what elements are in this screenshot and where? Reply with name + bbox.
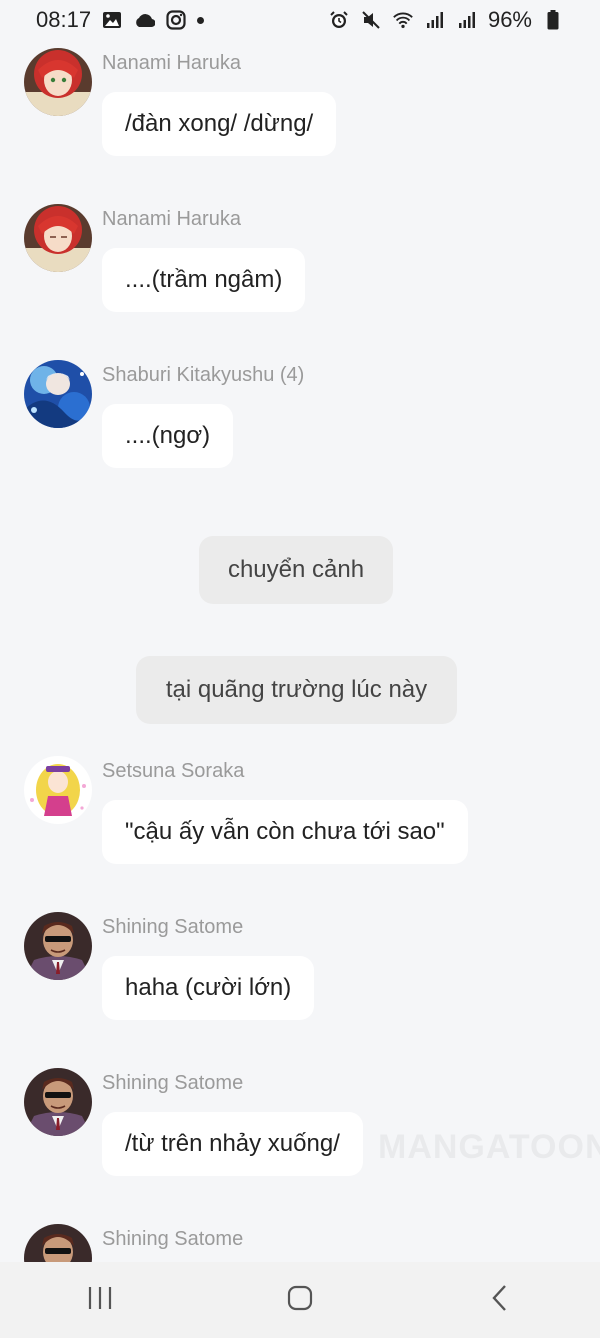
sender-name: Shining Satome: [102, 1072, 244, 1094]
avatar[interactable]: [24, 48, 92, 116]
sender-name: Setsuna Soraka: [102, 760, 245, 782]
battery-percent: 96%: [487, 7, 532, 32]
wifi-icon: [392, 9, 414, 31]
signal-icon: [456, 9, 478, 31]
chat-feed[interactable]: Nanami Haruka /đàn xong/ /dừng/ Nanami H…: [0, 40, 600, 1262]
back-icon: [490, 1284, 510, 1317]
status-bar: 08:17 96%: [0, 0, 600, 40]
chat-message: Shaburi Kitakyushu (4) ....(ngơ): [24, 354, 584, 474]
instagram-icon: [165, 9, 187, 31]
cloud-icon: [133, 9, 156, 31]
message-bubble[interactable]: haha (cười lớn): [102, 956, 315, 1020]
avatar[interactable]: [24, 204, 92, 272]
clock: 08:17: [36, 7, 92, 32]
message-bubble[interactable]: ....(trầm ngâm): [102, 248, 306, 312]
avatar[interactable]: [24, 1068, 92, 1136]
gallery-icon: [101, 9, 123, 31]
status-bar-left: 08:17: [36, 7, 205, 33]
sender-name: Shining Satome: [102, 916, 244, 938]
message-bubble[interactable]: /đàn xong/ /dừng/: [102, 92, 337, 156]
sender-name: Nanami Haruka: [102, 208, 241, 230]
chat-screen: 08:17 96% Nanami Haruka /đàn xong/ /dừng…: [0, 0, 600, 1338]
sender-name: Nanami Haruka: [102, 52, 241, 74]
chat-message: Shining Satome haha (cười lớn): [24, 906, 584, 1026]
signal-icon: [424, 9, 446, 31]
avatar[interactable]: [24, 1224, 92, 1262]
narration-bubble[interactable]: tại quãng trường lúc này: [136, 656, 457, 724]
status-bar-right: 96%: [328, 7, 564, 33]
recent-apps-icon: [87, 1285, 113, 1316]
battery-icon: [542, 9, 564, 31]
chat-message: Shining Satome: [24, 1218, 584, 1262]
mute-icon: [360, 9, 382, 31]
message-bubble[interactable]: /từ trên nhảy xuống/: [102, 1112, 363, 1176]
narration-bubble[interactable]: chuyển cảnh: [199, 536, 393, 604]
chat-message: Setsuna Soraka "cậu ấy vẫn còn chưa tới …: [24, 750, 584, 870]
avatar[interactable]: [24, 360, 92, 428]
watermark: MANGATOON: [378, 1128, 600, 1166]
avatar[interactable]: [24, 912, 92, 980]
chat-message: Nanami Haruka /đàn xong/ /dừng/: [24, 42, 584, 162]
home-button[interactable]: [260, 1270, 340, 1330]
chat-message: Nanami Haruka ....(trầm ngâm): [24, 198, 584, 318]
avatar[interactable]: [24, 756, 92, 824]
recent-apps-button[interactable]: [60, 1270, 140, 1330]
navigation-bar: [0, 1262, 600, 1338]
sender-name: Shining Satome: [102, 1228, 244, 1250]
message-bubble[interactable]: ....(ngơ): [102, 404, 234, 468]
message-bubble[interactable]: "cậu ấy vẫn còn chưa tới sao": [102, 800, 468, 864]
sender-name: Shaburi Kitakyushu (4): [102, 364, 305, 386]
home-icon: [286, 1284, 314, 1317]
dot-icon: [197, 16, 205, 24]
alarm-icon: [328, 9, 350, 31]
back-button[interactable]: [460, 1270, 540, 1330]
